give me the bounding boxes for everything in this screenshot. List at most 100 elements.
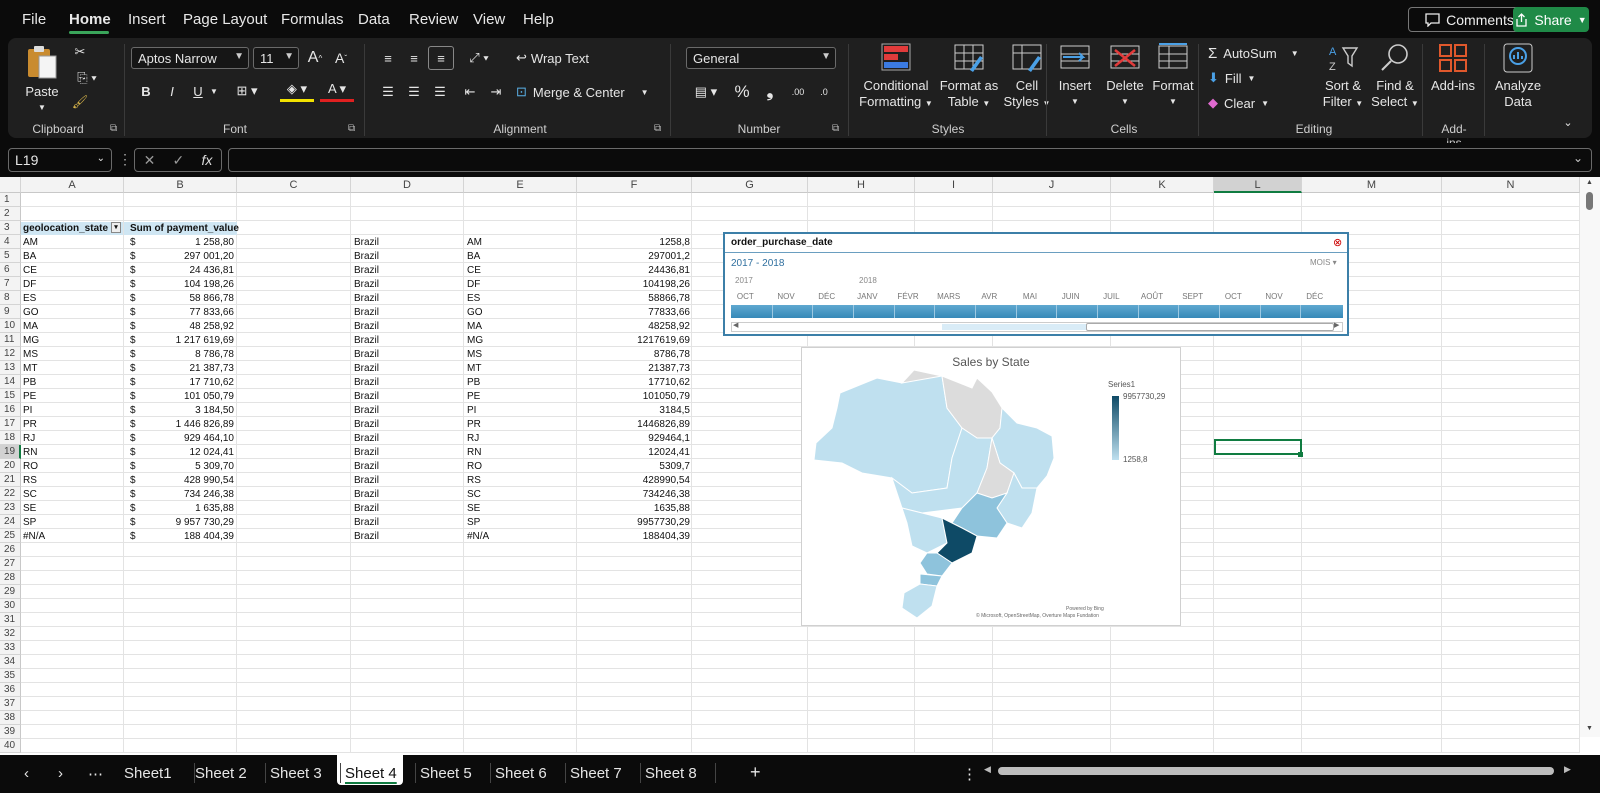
row-header[interactable]: 8 (0, 291, 21, 305)
menu-file[interactable]: File (22, 11, 46, 28)
row-header[interactable]: 30 (0, 599, 21, 613)
pivot-state-cell[interactable]: SP (23, 516, 121, 529)
pivot-value-cell[interactable]: 58 866,78 (140, 292, 235, 305)
pivot-state-cell[interactable]: ES (23, 292, 121, 305)
conditional-formatting-button[interactable]: Conditional Formatting ▼ (856, 42, 936, 112)
state-cell[interactable]: MA (467, 320, 567, 333)
row-header[interactable]: 15 (0, 389, 21, 403)
state-cell[interactable]: PB (467, 376, 567, 389)
decrease-font-size-icon[interactable]: Aˇ (331, 48, 351, 68)
value-cell[interactable]: 12024,41 (580, 446, 690, 459)
slicer-unit-select[interactable]: MOIS ▾ (1310, 258, 1337, 267)
fill-color-icon[interactable]: ◈ ▾ (280, 78, 314, 102)
analyze-data-button[interactable]: Analyze Data (1490, 42, 1546, 110)
insert-function-button[interactable]: fx (201, 152, 212, 168)
bold-button[interactable]: B (136, 80, 156, 102)
slicer-month-label[interactable]: MAI (1010, 292, 1051, 301)
state-cell[interactable]: SE (467, 502, 567, 515)
paste-button[interactable]: Paste ▼ (22, 44, 62, 116)
dialog-launcher-icon[interactable]: ⧉ (654, 123, 661, 134)
pivot-value-cell[interactable]: 1 258,80 (140, 236, 234, 249)
dialog-launcher-icon[interactable]: ⧉ (832, 123, 839, 134)
state-cell[interactable]: SP (467, 516, 567, 529)
menu-data[interactable]: Data (358, 11, 390, 28)
pivot-state-cell[interactable]: RJ (23, 432, 121, 445)
pivot-value-cell[interactable]: 24 436,81 (140, 264, 235, 277)
sheet-tab-sheet5[interactable]: Sheet 5 (420, 765, 472, 782)
row-header[interactable]: 27 (0, 557, 21, 571)
country-cell[interactable]: Brazil (354, 488, 454, 501)
row-header[interactable]: 17 (0, 417, 21, 431)
value-cell[interactable]: 1258,8 (580, 236, 690, 249)
country-cell[interactable]: Brazil (354, 334, 454, 347)
pivot-value-cell[interactable]: 297 001,20 (140, 250, 234, 263)
state-cell[interactable]: PI (467, 404, 567, 417)
insert-cells-button[interactable]: Insert ▼ (1052, 42, 1098, 110)
row-header[interactable]: 7 (0, 277, 21, 291)
formula-bar-handle-icon[interactable]: ⋮ (118, 151, 132, 168)
country-cell[interactable]: Brazil (354, 278, 454, 291)
country-cell[interactable]: Brazil (354, 530, 454, 543)
state-cell[interactable]: CE (467, 264, 567, 277)
slicer-month-label[interactable]: OCT (725, 292, 766, 301)
add-ins-button[interactable]: Add-ins (1426, 42, 1480, 94)
slicer-month-label[interactable]: JUIL (1091, 292, 1132, 301)
dialog-launcher-icon[interactable]: ⧉ (110, 123, 117, 134)
value-cell[interactable]: 58866,78 (580, 292, 690, 305)
increase-indent-icon[interactable]: ⇥ (486, 82, 506, 102)
align-center-icon[interactable]: ☰ (404, 82, 424, 102)
row-header[interactable]: 37 (0, 697, 21, 711)
format-cells-button[interactable]: Format ▼ (1150, 42, 1196, 110)
select-all-corner[interactable] (0, 177, 21, 193)
slicer-month-label[interactable]: JANV (847, 292, 888, 301)
dialog-launcher-icon[interactable]: ⧉ (348, 123, 355, 134)
column-header-m[interactable]: M (1302, 177, 1442, 193)
row-header[interactable]: 20 (0, 459, 21, 473)
state-cell[interactable]: ES (467, 292, 567, 305)
merge-center-button[interactable]: ⊡ Merge & Center ▼ (516, 82, 649, 102)
scroll-right-icon[interactable]: ▶ (1564, 764, 1571, 775)
column-header-b[interactable]: B (124, 177, 237, 193)
value-cell[interactable]: 104198,26 (580, 278, 690, 291)
tab-scroll-left-icon[interactable]: ‹ (24, 765, 29, 782)
menu-home[interactable]: Home (69, 11, 111, 28)
value-cell[interactable]: 5309,7 (580, 460, 690, 473)
pivot-value-cell[interactable]: 104 198,26 (140, 278, 234, 291)
row-header[interactable]: 1 (0, 193, 21, 207)
formula-input[interactable] (228, 148, 1592, 172)
value-cell[interactable]: 428990,54 (580, 474, 690, 487)
value-cell[interactable]: 3184,5 (580, 404, 690, 417)
slicer-month-label[interactable]: SEPT (1172, 292, 1213, 301)
horizontal-scrollbar[interactable]: ◀ ▶ (980, 762, 1580, 782)
slicer-selection-bar[interactable] (731, 305, 1343, 318)
enter-icon[interactable]: ✓ (173, 152, 185, 169)
slicer-month-label[interactable]: OCT (1213, 292, 1254, 301)
ribbon-collapse-icon[interactable]: ⌄ (1560, 114, 1576, 130)
sheet-tab-sheet7[interactable]: Sheet 7 (570, 765, 622, 782)
tab-scroll-right-icon[interactable]: › (58, 765, 63, 782)
pivot-value-cell[interactable]: 1 446 826,89 (140, 418, 234, 431)
row-header[interactable]: 38 (0, 711, 21, 725)
slicer-month-label[interactable]: FÉVR (888, 292, 929, 301)
pivot-state-cell[interactable]: RO (23, 460, 121, 473)
font-color-icon[interactable]: A ▾ (320, 78, 354, 102)
menu-formulas[interactable]: Formulas (281, 11, 344, 28)
pivot-value-cell[interactable]: 3 184,50 (140, 404, 234, 417)
slicer-month-label[interactable]: AVR (969, 292, 1010, 301)
value-cell[interactable]: 1446826,89 (580, 418, 690, 431)
row-header[interactable]: 39 (0, 725, 21, 739)
sort-filter-button[interactable]: AZ Sort & Filter ▼ (1318, 42, 1368, 112)
share-button[interactable]: Share ▼ (1513, 7, 1589, 32)
pivot-value-cell[interactable]: 77 833,66 (140, 306, 235, 319)
slicer-month-label[interactable]: NOV (766, 292, 807, 301)
pivot-state-cell[interactable]: PI (23, 404, 121, 417)
scroll-right-icon[interactable]: ▶ (1334, 321, 1339, 329)
pivot-state-cell[interactable]: CE (23, 264, 121, 277)
pivot-state-cell[interactable]: MA (23, 320, 121, 333)
pivot-state-cell[interactable]: SC (23, 488, 121, 501)
slicer-month-label[interactable]: NOV (1254, 292, 1295, 301)
autosum-button[interactable]: Σ AutoSum ▼ (1208, 43, 1299, 63)
pivot-state-cell[interactable]: SE (23, 502, 121, 515)
row-header[interactable]: 22 (0, 487, 21, 501)
country-cell[interactable]: Brazil (354, 516, 454, 529)
